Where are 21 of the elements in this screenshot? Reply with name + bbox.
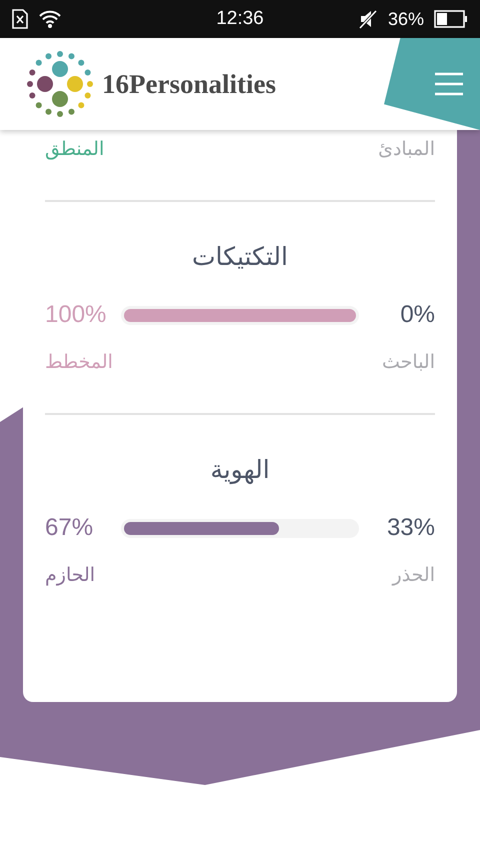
trait-label: المنطق <box>45 138 104 160</box>
battery-icon <box>434 10 468 28</box>
percent-value: 0% <box>399 301 435 329</box>
trait-label: المبادئ <box>378 138 435 160</box>
clock-time: 12:36 <box>215 8 265 30</box>
battery-percent: 36% <box>388 8 424 30</box>
percent-value: 100% <box>45 301 108 329</box>
percent-value: 33% <box>386 514 435 542</box>
trait-label: الحازم <box>45 564 96 586</box>
trait-label: الباحث <box>382 351 435 373</box>
wifi-icon <box>38 9 62 29</box>
trait-label: الحذر <box>392 564 435 586</box>
menu-button[interactable] <box>434 72 464 96</box>
trait-label: المخطط <box>45 351 113 373</box>
section-title: الهوية <box>209 455 271 484</box>
logo-icon <box>26 50 94 118</box>
sim-card-icon <box>12 9 28 29</box>
brand-logo-text[interactable]: 16Personalities <box>102 68 276 100</box>
percent-value: 67% <box>45 514 94 542</box>
mute-icon <box>358 9 378 29</box>
section-title: التكتيكات <box>191 242 289 271</box>
